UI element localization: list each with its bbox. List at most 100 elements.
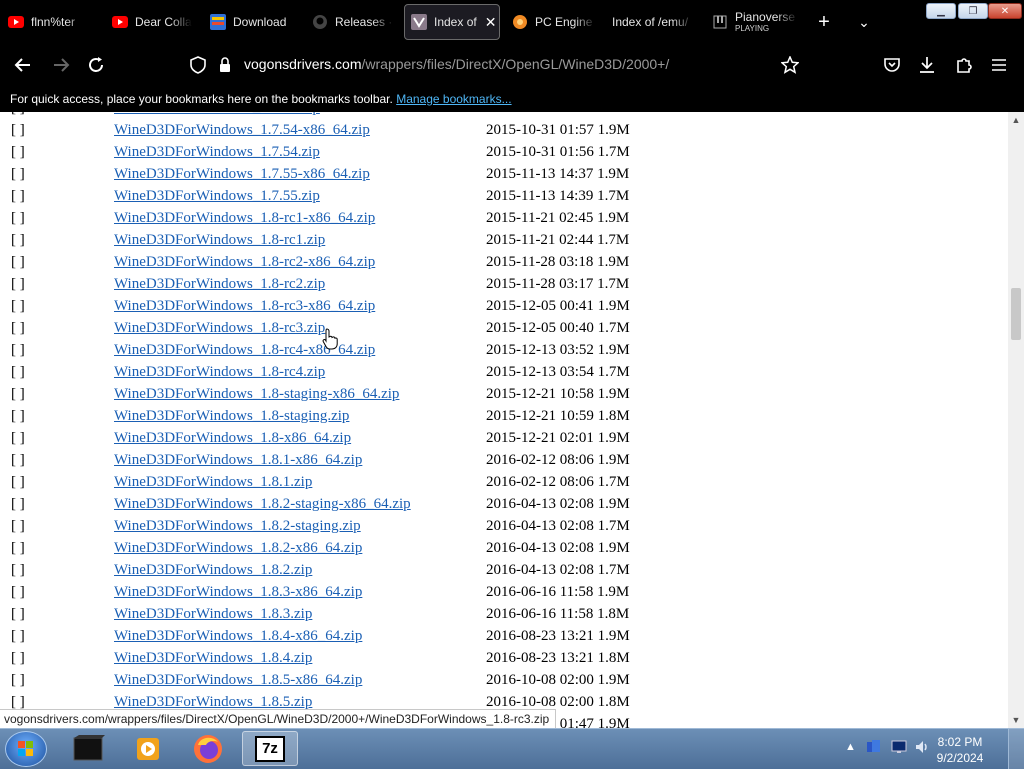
table-row: [ ] WineD3DForWindows_1.8-x86_64.zip 2015-… bbox=[0, 427, 1008, 449]
file-meta: 2016-10-08 02:00 1.9M bbox=[486, 672, 630, 689]
taskbar-7zip[interactable]: 7z bbox=[242, 731, 298, 766]
forward-button[interactable] bbox=[50, 54, 72, 76]
file-link[interactable]: WineD3DForWindows_1.8.2-staging.zip bbox=[114, 518, 361, 535]
tab-4-active[interactable]: Index of ✕ bbox=[404, 4, 500, 40]
list-all-tabs-button[interactable]: ⌄ bbox=[852, 10, 876, 34]
file-link[interactable]: WineD3DForWindows_1.8.5-x86_64.zip bbox=[114, 672, 362, 689]
clock-time: 8:02 PM bbox=[937, 735, 983, 749]
scroll-down-arrow-icon[interactable]: ▼ bbox=[1008, 712, 1024, 728]
volume-tray-icon[interactable] bbox=[914, 739, 930, 758]
tab-3[interactable]: Releases · J bbox=[312, 4, 394, 40]
file-size: 1.9M bbox=[597, 298, 630, 314]
tab-2[interactable]: Download bbox=[210, 4, 294, 40]
file-type-placeholder: [ ] bbox=[11, 188, 25, 204]
tab-0[interactable]: flnn%ter bbox=[8, 4, 88, 40]
file-link[interactable]: WineD3DForWindows_1.7.55-x86_64.zip bbox=[114, 166, 370, 183]
minimize-window-button[interactable]: ▁ bbox=[926, 3, 956, 19]
file-link[interactable]: WineD3DForWindows_1.7.53.zip bbox=[114, 112, 320, 117]
file-link[interactable]: WineD3DForWindows_1.8-staging.zip bbox=[114, 408, 349, 425]
file-link[interactable]: WineD3DForWindows_1.8-rc1-x86_64.zip bbox=[114, 210, 375, 227]
restore-window-button[interactable]: ❐ bbox=[958, 3, 988, 19]
file-link[interactable]: WineD3DForWindows_1.8-rc4.zip bbox=[114, 364, 325, 381]
file-type-placeholder: [ ] bbox=[11, 452, 25, 468]
file-link[interactable]: WineD3DForWindows_1.8-rc1.zip bbox=[114, 232, 325, 249]
hand-pointer-cursor-icon bbox=[322, 328, 338, 350]
file-meta: 2015-12-21 10:59 1.8M bbox=[486, 408, 630, 425]
tab-6[interactable]: Index of /emu/ bbox=[612, 4, 694, 40]
file-link[interactable]: WineD3DForWindows_1.8.1.zip bbox=[114, 474, 312, 491]
close-tab-icon[interactable]: ✕ bbox=[485, 14, 497, 31]
file-meta: 2015-11-13 14:39 1.7M bbox=[486, 188, 629, 205]
file-link[interactable]: WineD3DForWindows_1.8.3.zip bbox=[114, 606, 312, 623]
pocket-icon[interactable] bbox=[881, 54, 903, 76]
file-meta: 2015-10-31 01:57 1.9M bbox=[486, 122, 630, 139]
file-date: 2015-10-31 01:57 bbox=[486, 122, 594, 138]
file-meta: 2015-12-05 00:40 1.7M bbox=[486, 320, 630, 337]
bookmark-star-icon[interactable] bbox=[779, 54, 801, 76]
table-row: [ ] WineD3DForWindows_1.8.2-staging-x86_6… bbox=[0, 493, 1008, 515]
taskbar-media-player[interactable] bbox=[120, 731, 176, 766]
display-tray-icon[interactable] bbox=[891, 739, 907, 758]
orange-globe-icon bbox=[512, 14, 528, 30]
site-info-icon[interactable] bbox=[214, 54, 236, 76]
table-row: [ ] WineD3DForWindows_1.8-rc1.zip 2015-11-… bbox=[0, 229, 1008, 251]
show-hidden-icons-arrow-icon[interactable]: ▲ bbox=[845, 741, 856, 753]
file-link[interactable]: WineD3DForWindows_1.8.3-x86_64.zip bbox=[114, 584, 362, 601]
file-link[interactable]: WineD3DForWindows_1.8-rc3-x86_64.zip bbox=[114, 298, 375, 315]
url-bar[interactable]: vogonsdrivers.com/wrappers/files/DirectX… bbox=[244, 56, 669, 72]
file-meta: 2015-12-13 03:54 1.7M bbox=[486, 364, 630, 381]
new-tab-button[interactable]: + bbox=[812, 10, 836, 34]
file-size: 1.9M bbox=[597, 430, 630, 446]
file-link[interactable]: WineD3DForWindows_1.8.2-x86_64.zip bbox=[114, 540, 362, 557]
show-desktop-button[interactable] bbox=[1008, 729, 1024, 769]
file-date: 2015-10-31 01:56 bbox=[486, 144, 594, 160]
file-type-placeholder: [ ] bbox=[11, 672, 25, 688]
system-clock[interactable]: 8:02 PM 9/2/2024 bbox=[930, 734, 990, 766]
file-size: 1.7M bbox=[597, 232, 630, 248]
tracking-protection-shield-icon[interactable] bbox=[187, 54, 209, 76]
file-link[interactable]: WineD3DForWindows_1.8-x86_64.zip bbox=[114, 430, 351, 447]
file-date: 2016-06-16 11:58 bbox=[486, 584, 594, 600]
file-size: 1.9M bbox=[597, 210, 630, 226]
file-type-placeholder: [ ] bbox=[11, 276, 25, 292]
hamburger-menu-icon[interactable] bbox=[988, 54, 1010, 76]
file-link[interactable]: WineD3DForWindows_1.8.4-x86_64.zip bbox=[114, 628, 362, 645]
manage-bookmarks-link[interactable]: Manage bookmarks... bbox=[396, 92, 511, 106]
taskbar-firefox[interactable] bbox=[180, 731, 236, 766]
scrollbar-thumb[interactable] bbox=[1011, 288, 1021, 340]
file-type-placeholder: [ ] bbox=[11, 518, 25, 534]
file-link[interactable]: WineD3DForWindows_1.8.4.zip bbox=[114, 650, 312, 667]
back-button[interactable] bbox=[12, 54, 34, 76]
file-size: 1.9M bbox=[597, 716, 630, 728]
file-size: 1.9M bbox=[597, 584, 630, 600]
file-link[interactable]: WineD3DForWindows_1.8-staging-x86_64.zip bbox=[114, 386, 399, 403]
scroll-up-arrow-icon[interactable]: ▲ bbox=[1008, 112, 1024, 128]
file-link[interactable]: WineD3DForWindows_1.7.55.zip bbox=[114, 188, 320, 205]
extensions-icon[interactable] bbox=[953, 54, 975, 76]
file-link[interactable]: WineD3DForWindows_1.8.1-x86_64.zip bbox=[114, 452, 362, 469]
downloads-icon[interactable] bbox=[916, 54, 938, 76]
tab-1[interactable]: Dear Colla bbox=[112, 4, 192, 40]
reload-button[interactable] bbox=[85, 54, 107, 76]
tab-7[interactable]: Pianoverse PLAYING bbox=[712, 4, 798, 40]
file-link[interactable]: WineD3DForWindows_1.8.2.zip bbox=[114, 562, 312, 579]
tab-5[interactable]: PC Engine bbox=[512, 4, 596, 40]
network-tray-icon[interactable] bbox=[866, 739, 882, 758]
taskbar-terminal[interactable] bbox=[60, 731, 116, 766]
file-date: 2016-04-13 02:08 bbox=[486, 518, 594, 534]
file-link[interactable]: WineD3DForWindows_1.8-rc3.zip bbox=[114, 320, 325, 337]
file-link[interactable]: WineD3DForWindows_1.8-rc2.zip bbox=[114, 276, 325, 293]
start-button[interactable] bbox=[5, 731, 47, 767]
table-row: [ ] WineD3DForWindows_1.8-rc2.zip 2015-11-… bbox=[0, 273, 1008, 295]
vertical-scrollbar[interactable]: ▲ ▼ bbox=[1008, 112, 1024, 728]
file-meta: 2016-08-23 13:21 1.8M bbox=[486, 650, 630, 667]
file-link[interactable]: WineD3DForWindows_1.7.54-x86_64.zip bbox=[114, 122, 370, 139]
file-link[interactable]: WineD3DForWindows_1.7.54.zip bbox=[114, 144, 320, 161]
file-link[interactable]: WineD3DForWindows_1.8-rc2-x86_64.zip bbox=[114, 254, 375, 271]
clock-date: 9/2/2024 bbox=[936, 751, 984, 765]
file-size: 1.7M bbox=[597, 562, 630, 578]
file-link[interactable]: WineD3DForWindows_1.8.2-staging-x86_64.z… bbox=[114, 496, 411, 513]
table-row: [ ] WineD3DForWindows_1.8.2-staging.zip 20… bbox=[0, 515, 1008, 537]
close-window-button[interactable]: ✕ bbox=[988, 3, 1022, 19]
file-size: 1.7M bbox=[597, 474, 630, 490]
